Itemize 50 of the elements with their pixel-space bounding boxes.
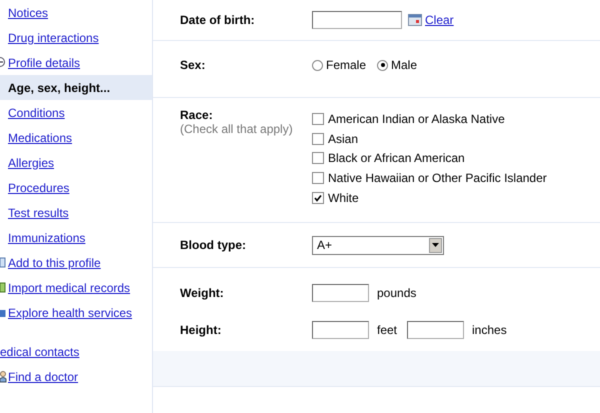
checkbox[interactable] bbox=[312, 192, 324, 204]
weight-input-field[interactable] bbox=[312, 284, 369, 302]
radio-button[interactable] bbox=[312, 60, 323, 70]
clear-link[interactable]: Clear bbox=[425, 13, 454, 27]
sidebar-link[interactable]: Notices bbox=[8, 6, 48, 20]
radio-button[interactable] bbox=[377, 60, 388, 70]
sidebar-link[interactable]: Explore health services bbox=[8, 306, 132, 320]
unit-label: inches bbox=[472, 322, 507, 336]
field-label: Height: bbox=[180, 322, 222, 336]
person-icon bbox=[0, 371, 7, 383]
sidebar-link[interactable]: Medications bbox=[8, 130, 72, 144]
field-label: Blood type: bbox=[180, 238, 247, 252]
sidebar-link[interactable]: Conditions bbox=[8, 106, 65, 120]
collapse-icon[interactable] bbox=[0, 57, 6, 67]
field-label: Sex: bbox=[180, 58, 206, 72]
sidebar-link[interactable]: Import medical records bbox=[8, 280, 130, 294]
field-label: Date of birth: bbox=[180, 13, 256, 27]
sidebar-item-label: Age, sex, height... bbox=[8, 80, 110, 94]
sidebar-link[interactable]: Test results bbox=[8, 206, 69, 220]
height-input-field[interactable] bbox=[407, 320, 464, 338]
radio-label: Male bbox=[391, 58, 418, 72]
sidebar-link[interactable]: Immunizations bbox=[8, 230, 86, 244]
sidebar-link[interactable]: edical contacts bbox=[0, 344, 80, 358]
blood-type-dropdown[interactable]: A+ bbox=[312, 236, 444, 254]
checkbox[interactable] bbox=[312, 113, 324, 126]
sidebar-link[interactable]: Find a doctor bbox=[8, 370, 78, 384]
field-label: Race: bbox=[180, 108, 214, 122]
calendar-icon[interactable] bbox=[408, 14, 422, 26]
sidebar-link[interactable]: Allergies bbox=[8, 156, 54, 170]
sidebar-link[interactable]: Profile details bbox=[8, 56, 80, 70]
height-input-field[interactable] bbox=[312, 320, 369, 338]
checkbox-label: American Indian or Alaska Native bbox=[328, 112, 505, 126]
field-label: Weight: bbox=[180, 286, 225, 300]
checkbox-label: Asian bbox=[328, 132, 358, 146]
sidebar-link[interactable]: Procedures bbox=[8, 180, 70, 194]
radio-label: Female bbox=[326, 58, 366, 72]
checkbox[interactable] bbox=[312, 172, 324, 184]
checkbox-label: Native Hawaiian or Other Pacific Islander bbox=[328, 171, 547, 186]
sidebar-item-selected[interactable]: Age, sex, height... bbox=[0, 75, 152, 100]
field-hint: (Check all that apply) bbox=[180, 122, 294, 136]
sidebar-link[interactable]: Drug interactions bbox=[8, 30, 99, 44]
checkbox-label: Black or African American bbox=[328, 151, 465, 166]
checkbox[interactable] bbox=[312, 132, 324, 145]
checkbox[interactable] bbox=[312, 152, 324, 164]
unit-label: pounds bbox=[377, 286, 416, 300]
sidebar-link[interactable]: Add to this profile bbox=[8, 256, 101, 270]
checkbox-label: White bbox=[328, 190, 359, 205]
date-input-field[interactable] bbox=[312, 11, 402, 29]
caret-icon bbox=[432, 243, 439, 247]
unit-label: feet bbox=[377, 322, 398, 336]
